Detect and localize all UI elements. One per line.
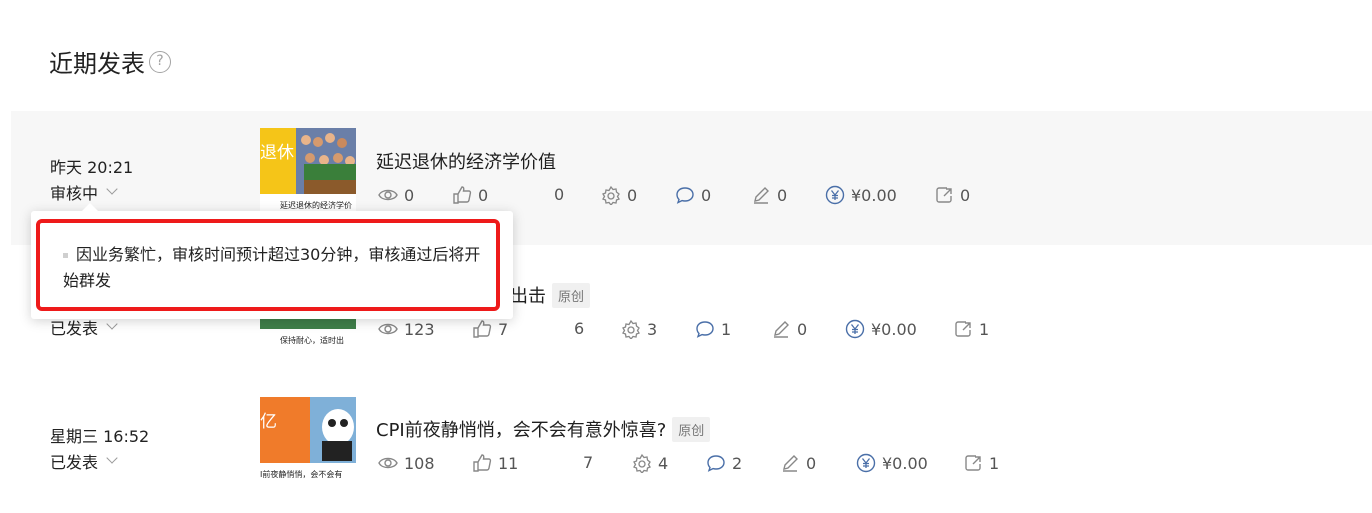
stat-shares: 1 bbox=[953, 319, 989, 339]
review-tooltip: 因业务繁忙，审核时间预计超过30分钟，审核通过后将开始群发 bbox=[31, 203, 513, 319]
post-title[interactable]: 出击 原创 bbox=[510, 282, 591, 308]
stat-notes: 0 bbox=[751, 185, 787, 205]
post-status: 审核中 bbox=[50, 184, 99, 203]
post-title-text: 出击 bbox=[510, 286, 546, 307]
eye-icon bbox=[378, 457, 398, 469]
stat-recommend: 4 bbox=[632, 453, 668, 473]
chevron-down-icon[interactable] bbox=[106, 452, 118, 464]
chevron-down-icon[interactable] bbox=[106, 318, 118, 330]
post-thumbnail[interactable]: 亿 I前夜静悄悄，会不会有 bbox=[260, 397, 356, 485]
thumb-up-icon bbox=[473, 320, 492, 338]
pen-icon bbox=[754, 187, 769, 204]
stat-likes: 7 bbox=[472, 319, 508, 339]
post-title[interactable]: CPI前夜静悄悄，会不会有意外惊喜? 原创 bbox=[376, 416, 711, 442]
stat-watching: 0 bbox=[554, 185, 565, 204]
post-title-text: 延迟退休的经济学价值 bbox=[376, 152, 556, 173]
thumb-caption: 延迟退休的经济学价 bbox=[280, 200, 352, 210]
stat-watching: 6 bbox=[574, 319, 585, 338]
post-title[interactable]: 延迟退休的经济学价值 bbox=[376, 148, 556, 174]
post-time: 星期三 16:52 bbox=[50, 427, 150, 446]
stat-earnings: ¥0.00 bbox=[845, 319, 917, 339]
gear-icon bbox=[633, 453, 651, 473]
stat-notes: 0 bbox=[771, 319, 807, 339]
share-icon bbox=[936, 187, 952, 203]
tooltip-text: 因业务繁忙，审核时间预计超过30分钟，审核通过后将开始群发 bbox=[63, 242, 483, 294]
thumb-up-icon bbox=[453, 186, 472, 204]
stat-likes: 11 bbox=[472, 453, 518, 473]
stat-views: 123 bbox=[378, 319, 435, 339]
post-title-text: CPI前夜静悄悄，会不会有意外惊喜? bbox=[376, 420, 667, 441]
thumb-text: 亿 bbox=[260, 412, 277, 432]
section-title-text: 近期发表 bbox=[49, 50, 145, 78]
original-badge: 原创 bbox=[672, 416, 711, 442]
stat-views: 0 bbox=[378, 185, 414, 205]
stat-recommend: 3 bbox=[621, 319, 657, 339]
stat-comments: 2 bbox=[706, 453, 742, 473]
pen-icon bbox=[783, 455, 798, 472]
post-time: 昨天 20:21 bbox=[50, 158, 134, 177]
stat-watching: 7 bbox=[583, 453, 594, 472]
help-icon[interactable]: ? bbox=[149, 50, 171, 73]
comment-icon bbox=[676, 187, 694, 204]
gear-icon bbox=[622, 319, 640, 339]
thumb-caption: I前夜静悄悄，会不会有 bbox=[260, 469, 342, 479]
stat-likes: 0 bbox=[452, 185, 488, 205]
eye-icon bbox=[378, 189, 398, 201]
gear-icon bbox=[602, 185, 620, 205]
stat-shares: 1 bbox=[963, 453, 999, 473]
stat-notes: 0 bbox=[780, 453, 816, 473]
thumb-caption: 保持耐心，适时出 bbox=[280, 335, 344, 345]
comment-icon bbox=[696, 321, 714, 338]
bullet-icon bbox=[63, 253, 68, 258]
pen-icon bbox=[774, 321, 789, 338]
share-icon bbox=[955, 321, 971, 337]
share-icon bbox=[965, 455, 981, 471]
chevron-down-icon[interactable] bbox=[106, 183, 118, 195]
recent-posts-page: 近期发表 ? 昨天 20:21 审核中 退休 延迟退休的经济学价 延迟退休的经济… bbox=[0, 0, 1372, 513]
post-thumbnail[interactable]: 退休 延迟退休的经济学价 bbox=[260, 128, 356, 216]
post-status: 已发表 bbox=[50, 453, 99, 472]
post-status-dropdown[interactable]: 已发表 bbox=[50, 449, 118, 473]
stat-views: 108 bbox=[378, 453, 435, 473]
stat-earnings: ¥0.00 bbox=[825, 185, 897, 205]
stat-shares: 0 bbox=[934, 185, 970, 205]
section-title: 近期发表 ? bbox=[49, 44, 171, 79]
stat-recommend: 0 bbox=[601, 185, 637, 205]
eye-icon bbox=[378, 323, 398, 335]
post-status-dropdown[interactable]: 审核中 bbox=[50, 180, 118, 204]
yuan-icon bbox=[856, 453, 876, 473]
thumb-up-icon bbox=[473, 454, 492, 472]
thumb-text: 退休 bbox=[260, 143, 294, 163]
original-badge: 原创 bbox=[552, 282, 591, 308]
yuan-icon bbox=[845, 319, 865, 339]
stat-comments: 0 bbox=[675, 185, 711, 205]
stat-earnings: ¥0.00 bbox=[856, 453, 928, 473]
tooltip-message: 因业务繁忙，审核时间预计超过30分钟，审核通过后将开始群发 bbox=[63, 245, 481, 290]
stat-comments: 1 bbox=[695, 319, 731, 339]
comment-icon bbox=[707, 455, 725, 472]
yuan-icon bbox=[825, 185, 845, 205]
